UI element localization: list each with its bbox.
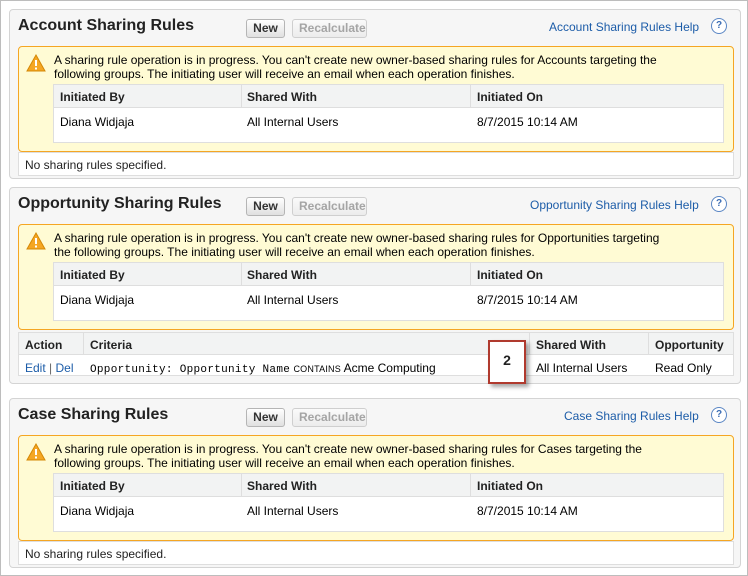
account-recalculate-button[interactable]: Recalculate: [292, 19, 367, 38]
help-icon[interactable]: ?: [711, 196, 727, 212]
header-initiated-by: Initiated By: [60, 479, 125, 493]
page-frame: Account Sharing Rules New Recalculate Ac…: [0, 0, 748, 576]
opportunity-section-header: Opportunity Sharing Rules New Recalculat…: [10, 188, 740, 216]
account-section-header: Account Sharing Rules New Recalculate Ac…: [10, 10, 740, 38]
opportunity-recalculate-button[interactable]: Recalculate: [292, 197, 367, 216]
case-new-button[interactable]: New: [246, 408, 285, 427]
callout-number: 2: [488, 340, 526, 384]
account-new-button[interactable]: New: [246, 19, 285, 38]
case-section-header: Case Sharing Rules New Recalculate Case …: [10, 399, 740, 427]
case-sharing-section: Case Sharing Rules New Recalculate Case …: [9, 398, 741, 568]
case-empty-state: No sharing rules specified.: [18, 541, 734, 565]
table-header: Initiated By Shared With Initiated On: [54, 263, 723, 286]
header-initiated-on: Initiated On: [477, 90, 543, 104]
account-warning-box: A sharing rule operation is in progress.…: [18, 46, 734, 152]
warning-icon: [26, 54, 46, 72]
cell-initiated-on: 8/7/2015 10:14 AM: [477, 293, 578, 307]
header-action: Action: [25, 338, 63, 352]
header-shared-with: Shared With: [247, 90, 317, 104]
cell-initiated-on: 8/7/2015 10:14 AM: [477, 504, 578, 518]
cell-initiated-by: Diana Widjaja: [60, 115, 135, 129]
account-warning-message: A sharing rule operation is in progress.…: [54, 53, 726, 81]
column-divider: [241, 263, 242, 286]
opportunity-rules-table: Action Criteria Shared With Opportunity …: [18, 332, 734, 376]
criteria-cell: Opportunity: Opportunity Name CONTAINS A…: [90, 361, 436, 376]
empty-message: No sharing rules specified.: [25, 158, 167, 172]
opportunity-warning-box: A sharing rule operation is in progress.…: [18, 224, 734, 330]
account-sharing-section: Account Sharing Rules New Recalculate Ac…: [9, 9, 741, 179]
opportunity-new-button[interactable]: New: [246, 197, 285, 216]
header-initiated-by: Initiated By: [60, 90, 125, 104]
empty-message: No sharing rules specified.: [25, 547, 167, 561]
warning-icon: [26, 232, 46, 250]
column-divider: [241, 85, 242, 108]
opportunity-operations-table: Initiated By Shared With Initiated On Di…: [53, 262, 724, 321]
warning-line-2: the following groups. The initiating use…: [54, 245, 535, 259]
column-divider: [470, 85, 471, 108]
case-warning-box: A sharing rule operation is in progress.…: [18, 435, 734, 541]
help-icon[interactable]: ?: [711, 18, 727, 34]
column-divider: [529, 333, 530, 355]
column-divider: [648, 333, 649, 355]
cell-initiated-by: Diana Widjaja: [60, 504, 135, 518]
criteria-operator: CONTAINS: [293, 364, 341, 374]
opportunity-section-title: Opportunity Sharing Rules: [18, 195, 222, 212]
criteria-value: Acme Computing: [343, 361, 436, 375]
header-initiated-by: Initiated By: [60, 268, 125, 282]
opportunity-sharing-section: Opportunity Sharing Rules New Recalculat…: [9, 187, 741, 384]
warning-line-1: A sharing rule operation is in progress.…: [54, 231, 660, 245]
row-actions: Edit | Del: [25, 361, 74, 375]
warning-icon: [26, 443, 46, 461]
cell-shared-with: All Internal Users: [536, 361, 628, 375]
cell-access-level: Read Only: [655, 361, 712, 375]
cell-shared-with: All Internal Users: [247, 293, 339, 307]
case-operations-table: Initiated By Shared With Initiated On Di…: [53, 473, 724, 532]
case-help-link[interactable]: Case Sharing Rules Help: [564, 409, 699, 423]
case-recalculate-button[interactable]: Recalculate: [292, 408, 367, 427]
edit-link[interactable]: Edit: [25, 361, 46, 375]
opportunity-warning-message: A sharing rule operation is in progress.…: [54, 231, 726, 259]
warning-line-2: following groups. The initiating user wi…: [54, 67, 515, 81]
header-initiated-on: Initiated On: [477, 268, 543, 282]
warning-line-1: A sharing rule operation is in progress.…: [54, 442, 642, 456]
del-link[interactable]: Del: [56, 361, 74, 375]
warning-line-1: A sharing rule operation is in progress.…: [54, 53, 657, 67]
column-divider: [470, 474, 471, 497]
cell-shared-with: All Internal Users: [247, 115, 339, 129]
action-separator: |: [49, 361, 53, 375]
rules-table-header: Action Criteria Shared With Opportunity: [19, 333, 733, 355]
account-section-title: Account Sharing Rules: [18, 17, 195, 34]
header-criteria: Criteria: [90, 338, 133, 352]
header-initiated-on: Initiated On: [477, 479, 543, 493]
opportunity-help-link[interactable]: Opportunity Sharing Rules Help: [530, 198, 699, 212]
column-divider: [241, 474, 242, 497]
table-header: Initiated By Shared With Initiated On: [54, 474, 723, 497]
header-shared-with: Shared With: [536, 338, 606, 352]
help-icon[interactable]: ?: [711, 407, 727, 423]
warning-line-2: following groups. The initiating user wi…: [54, 456, 515, 470]
header-opportunity-access: Opportunity: [655, 338, 724, 352]
cell-shared-with: All Internal Users: [247, 504, 339, 518]
cell-initiated-on: 8/7/2015 10:14 AM: [477, 115, 578, 129]
column-divider: [83, 333, 84, 355]
cell-initiated-by: Diana Widjaja: [60, 293, 135, 307]
criteria-field: Opportunity: Opportunity Name: [90, 364, 291, 376]
case-section-title: Case Sharing Rules: [18, 406, 169, 423]
header-shared-with: Shared With: [247, 268, 317, 282]
header-shared-with: Shared With: [247, 479, 317, 493]
column-divider: [470, 263, 471, 286]
account-help-link[interactable]: Account Sharing Rules Help: [549, 20, 699, 34]
case-warning-message: A sharing rule operation is in progress.…: [54, 442, 726, 470]
table-header: Initiated By Shared With Initiated On: [54, 85, 723, 108]
account-operations-table: Initiated By Shared With Initiated On Di…: [53, 84, 724, 143]
account-empty-state: No sharing rules specified.: [18, 152, 734, 176]
